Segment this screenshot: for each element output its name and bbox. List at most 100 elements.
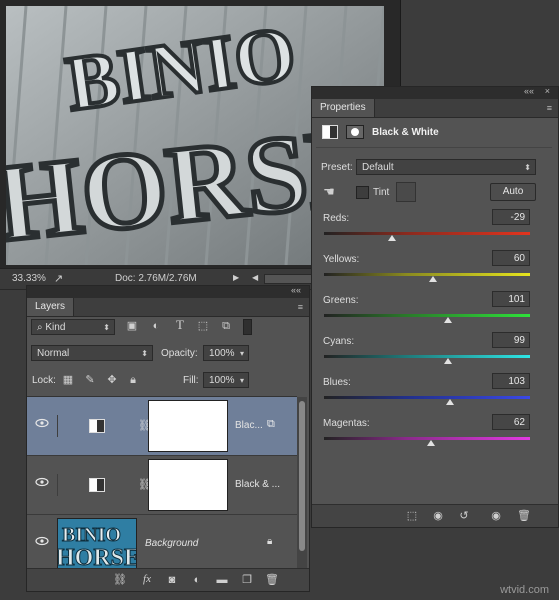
layer-row[interactable]: BINIO HORSES Background 🔒︎ — [27, 515, 297, 574]
slider-label: Reds: — [323, 213, 350, 224]
tint-color-swatch[interactable] — [396, 182, 416, 202]
fill-field[interactable]: 100% ▾ — [203, 372, 249, 388]
share-icon[interactable]: ↗ — [54, 272, 63, 285]
lock-move-icon[interactable]: ✥ — [105, 373, 119, 387]
clipping-icon: ⧉ — [267, 418, 275, 430]
filter-toggle-switch[interactable] — [243, 319, 252, 335]
opacity-field[interactable]: 100% ▾ — [203, 345, 249, 361]
slider-label: Magentas: — [323, 418, 370, 429]
slider-thumb[interactable] — [443, 317, 452, 323]
layer-mask-thumbnail[interactable] — [148, 400, 228, 452]
preset-select[interactable]: Default ⬍ — [356, 159, 536, 175]
layer-name[interactable]: Blac... — [235, 420, 263, 431]
scroll-thumb[interactable] — [299, 401, 305, 551]
slider-track[interactable] — [324, 355, 530, 358]
slider-thumb[interactable] — [445, 399, 454, 405]
layer-name[interactable]: Background — [145, 538, 198, 549]
close-icon[interactable]: × — [545, 86, 550, 96]
collapse-icon[interactable]: «« — [524, 86, 534, 96]
visibility-eye-icon[interactable] — [35, 418, 49, 428]
auto-button[interactable]: Auto — [490, 183, 536, 201]
tint-label: Tint — [373, 187, 390, 198]
slider-value-field[interactable]: 101 — [492, 291, 530, 307]
delete-trash-icon[interactable]: 🗑︎ — [516, 509, 532, 523]
slider-track[interactable] — [324, 273, 530, 276]
slider-value-field[interactable]: 99 — [492, 332, 530, 348]
filter-adjustment-icon[interactable]: ◐ — [149, 319, 163, 333]
mask-icon[interactable] — [346, 125, 364, 139]
filter-kind-value: Kind — [45, 322, 66, 333]
slider-thumb[interactable] — [427, 440, 436, 446]
preset-label: Preset: — [321, 162, 353, 173]
slider-row: Yellows: 60 — [312, 248, 558, 288]
blend-mode-select[interactable]: Normal ⬍ — [31, 345, 153, 361]
filter-kind-select[interactable]: ⌕ Kind ⬍ — [31, 319, 115, 335]
filter-shape-icon[interactable]: ⬚ — [196, 319, 210, 333]
slider-label: Cyans: — [323, 336, 355, 347]
slider-value-field[interactable]: 60 — [492, 250, 530, 266]
status-menu-arrow-icon[interactable]: ▶ — [233, 273, 239, 282]
slider-thumb[interactable] — [429, 276, 438, 282]
layer-mask-thumbnail[interactable] — [148, 459, 228, 511]
layer-row[interactable]: ⛓ Blac... ⧉ — [27, 397, 297, 456]
layers-panel-topbar: «« — [27, 285, 309, 298]
fill-label: Fill: — [183, 375, 199, 386]
properties-tabrow: Properties ≡ — [312, 99, 558, 118]
filter-pixel-icon[interactable]: ▣ — [125, 319, 139, 333]
blend-mode-value: Normal — [37, 348, 70, 359]
tab-properties[interactable]: Properties — [312, 99, 375, 117]
slider-row: Reds: -29 — [312, 207, 558, 247]
slider-value-field[interactable]: 103 — [492, 373, 530, 389]
layers-scrollbar[interactable] — [297, 397, 307, 573]
zoom-level[interactable]: 33.33% — [12, 273, 46, 284]
add-mask-icon[interactable]: ◙ — [165, 573, 179, 587]
lock-transparent-icon[interactable]: ▦ — [61, 373, 75, 387]
watermark: wtvid.com — [500, 584, 549, 596]
toggle-visibility-eye-icon[interactable]: ◉ — [488, 509, 504, 523]
slider-track[interactable] — [324, 314, 530, 317]
preset-value: Default — [362, 162, 394, 173]
lock-brush-icon[interactable]: ✎ — [83, 373, 97, 387]
new-layer-icon[interactable]: ❐ — [240, 573, 254, 587]
layers-list: ⛓ Blac... ⧉ ⛓ Black & ... BINIO HORSES — [27, 396, 307, 574]
tint-checkbox[interactable] — [356, 186, 369, 199]
properties-header-title: Black & White — [372, 127, 439, 138]
slider-row: Cyans: 99 — [312, 330, 558, 370]
layer-row[interactable]: ⛓ Black & ... — [27, 456, 297, 515]
slider-track[interactable] — [324, 232, 530, 235]
tab-layers[interactable]: Layers — [27, 298, 75, 316]
filter-smartobject-icon[interactable]: ⧉ — [219, 319, 233, 333]
slider-value-field[interactable]: -29 — [492, 209, 530, 225]
visibility-eye-icon[interactable] — [35, 536, 49, 546]
scroll-left-icon[interactable]: ◀ — [252, 273, 258, 282]
targeted-adjustment-hand-icon[interactable]: ☚ — [320, 185, 338, 199]
layers-bottom-bar: ⛓ fx ◙ ◐ ▬ ❐ 🗑︎ — [27, 568, 309, 591]
panel-menu-icon[interactable]: ≡ — [298, 302, 303, 312]
clip-to-layer-icon[interactable]: ⬚ — [404, 509, 420, 523]
visibility-eye-icon[interactable] — [35, 477, 49, 487]
slider-thumb[interactable] — [387, 235, 396, 241]
new-adjustment-icon[interactable]: ◐ — [190, 573, 204, 587]
reset-icon[interactable]: ↺ — [456, 509, 472, 523]
new-group-folder-icon[interactable]: ▬ — [215, 573, 229, 587]
slider-thumb[interactable] — [443, 358, 452, 364]
lock-icon: 🔒︎ — [267, 536, 273, 547]
bw-adjustment-icon[interactable] — [322, 125, 338, 139]
slider-row: Blues: 103 — [312, 371, 558, 411]
thumb-text-bottom: HORSES — [58, 545, 136, 569]
delete-trash-icon[interactable]: 🗑︎ — [265, 573, 279, 587]
view-previous-state-icon[interactable]: ◉ — [430, 509, 446, 523]
slider-value-field[interactable]: 62 — [492, 414, 530, 430]
background-thumbnail[interactable]: BINIO HORSES — [57, 518, 137, 570]
slider-track[interactable] — [324, 396, 530, 399]
panel-menu-icon[interactable]: ≡ — [547, 103, 552, 113]
layers-tabrow: Layers ≡ — [27, 298, 309, 317]
opacity-value: 100% — [209, 348, 235, 359]
filter-type-icon[interactable]: T — [173, 318, 187, 332]
collapse-icon[interactable]: «« — [291, 285, 301, 295]
fx-icon[interactable]: fx — [139, 572, 155, 586]
layer-name[interactable]: Black & ... — [235, 479, 280, 490]
link-layers-icon[interactable]: ⛓ — [113, 573, 127, 587]
lock-all-icon[interactable]: 🔒︎ — [126, 373, 140, 387]
chevron-updown-icon: ⬍ — [141, 349, 148, 358]
